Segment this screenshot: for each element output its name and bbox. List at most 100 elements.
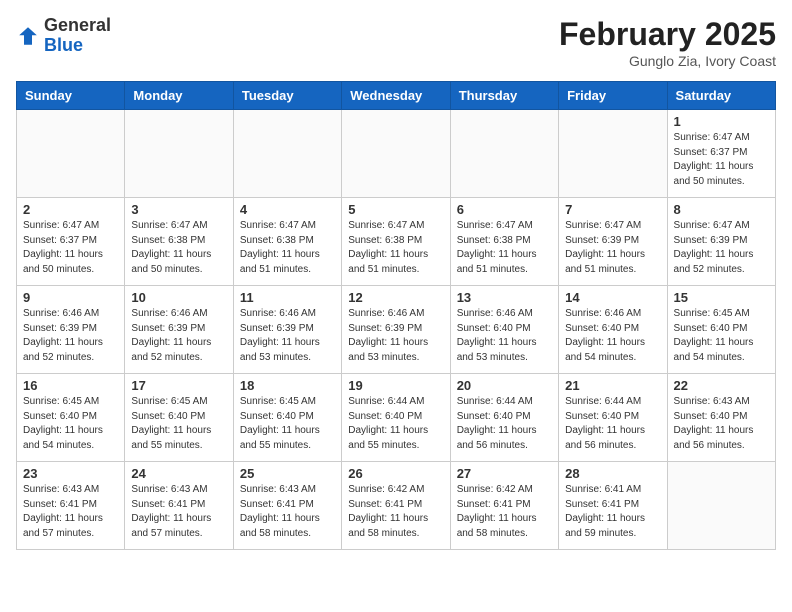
day-cell: 9 Sunrise: 6:46 AM Sunset: 6:39 PM Daylig… [17, 286, 125, 374]
day-number: 25 [240, 466, 335, 481]
day-number: 13 [457, 290, 552, 305]
calendar-header-row: SundayMondayTuesdayWednesdayThursdayFrid… [17, 82, 776, 110]
day-cell: 16 Sunrise: 6:45 AM Sunset: 6:40 PM Dayli… [17, 374, 125, 462]
day-cell: 11 Sunrise: 6:46 AM Sunset: 6:39 PM Dayli… [233, 286, 341, 374]
day-number: 6 [457, 202, 552, 217]
day-cell [342, 110, 450, 198]
day-number: 21 [565, 378, 660, 393]
day-number: 5 [348, 202, 443, 217]
day-number: 22 [674, 378, 769, 393]
month-title: February 2025 [559, 16, 776, 53]
day-info: Sunrise: 6:45 AM Sunset: 6:40 PM Dayligh… [23, 395, 118, 453]
day-cell: 2 Sunrise: 6:47 AM Sunset: 6:37 PM Daylig… [17, 198, 125, 286]
day-info: Sunrise: 6:47 AM Sunset: 6:37 PM Dayligh… [674, 131, 769, 189]
day-cell: 4 Sunrise: 6:47 AM Sunset: 6:38 PM Daylig… [233, 198, 341, 286]
day-number: 28 [565, 466, 660, 481]
day-info: Sunrise: 6:45 AM Sunset: 6:40 PM Dayligh… [131, 395, 226, 453]
week-row-3: 16 Sunrise: 6:45 AM Sunset: 6:40 PM Dayli… [17, 374, 776, 462]
day-number: 18 [240, 378, 335, 393]
day-cell: 28 Sunrise: 6:41 AM Sunset: 6:41 PM Dayli… [559, 462, 667, 550]
week-row-1: 2 Sunrise: 6:47 AM Sunset: 6:37 PM Daylig… [17, 198, 776, 286]
day-info: Sunrise: 6:43 AM Sunset: 6:41 PM Dayligh… [240, 483, 335, 541]
day-cell: 18 Sunrise: 6:45 AM Sunset: 6:40 PM Dayli… [233, 374, 341, 462]
day-info: Sunrise: 6:46 AM Sunset: 6:40 PM Dayligh… [565, 307, 660, 365]
day-info: Sunrise: 6:43 AM Sunset: 6:41 PM Dayligh… [23, 483, 118, 541]
day-number: 12 [348, 290, 443, 305]
day-number: 10 [131, 290, 226, 305]
day-cell: 12 Sunrise: 6:46 AM Sunset: 6:39 PM Dayli… [342, 286, 450, 374]
day-number: 19 [348, 378, 443, 393]
col-header-saturday: Saturday [667, 82, 775, 110]
day-number: 16 [23, 378, 118, 393]
day-info: Sunrise: 6:42 AM Sunset: 6:41 PM Dayligh… [348, 483, 443, 541]
day-cell: 7Sunrise: 6:47 AM Sunset: 6:39 PM Daylig… [559, 198, 667, 286]
day-cell: 23 Sunrise: 6:43 AM Sunset: 6:41 PM Dayli… [17, 462, 125, 550]
day-cell: 20 Sunrise: 6:44 AM Sunset: 6:40 PM Dayli… [450, 374, 558, 462]
day-cell: 8 Sunrise: 6:47 AM Sunset: 6:39 PM Daylig… [667, 198, 775, 286]
day-info: Sunrise: 6:44 AM Sunset: 6:40 PM Dayligh… [565, 395, 660, 453]
day-info: Sunrise: 6:46 AM Sunset: 6:40 PM Dayligh… [457, 307, 552, 365]
day-info: Sunrise: 6:46 AM Sunset: 6:39 PM Dayligh… [348, 307, 443, 365]
day-cell [667, 462, 775, 550]
day-number: 23 [23, 466, 118, 481]
day-cell: 26 Sunrise: 6:42 AM Sunset: 6:41 PM Dayli… [342, 462, 450, 550]
logo: General Blue [16, 16, 111, 56]
day-info: Sunrise: 6:47 AM Sunset: 6:38 PM Dayligh… [348, 219, 443, 277]
day-cell [233, 110, 341, 198]
logo-icon [16, 24, 40, 48]
col-header-tuesday: Tuesday [233, 82, 341, 110]
day-number: 26 [348, 466, 443, 481]
day-cell [559, 110, 667, 198]
day-info: Sunrise: 6:41 AM Sunset: 6:41 PM Dayligh… [565, 483, 660, 541]
day-cell [17, 110, 125, 198]
day-cell [125, 110, 233, 198]
day-cell: 14Sunrise: 6:46 AM Sunset: 6:40 PM Dayli… [559, 286, 667, 374]
day-number: 27 [457, 466, 552, 481]
day-info: Sunrise: 6:43 AM Sunset: 6:41 PM Dayligh… [131, 483, 226, 541]
day-cell: 10 Sunrise: 6:46 AM Sunset: 6:39 PM Dayli… [125, 286, 233, 374]
title-block: February 2025 Gunglo Zia, Ivory Coast [559, 16, 776, 69]
day-number: 20 [457, 378, 552, 393]
day-number: 4 [240, 202, 335, 217]
day-info: Sunrise: 6:45 AM Sunset: 6:40 PM Dayligh… [240, 395, 335, 453]
day-info: Sunrise: 6:47 AM Sunset: 6:38 PM Dayligh… [240, 219, 335, 277]
day-cell: 13 Sunrise: 6:46 AM Sunset: 6:40 PM Dayli… [450, 286, 558, 374]
col-header-friday: Friday [559, 82, 667, 110]
day-cell: 3 Sunrise: 6:47 AM Sunset: 6:38 PM Daylig… [125, 198, 233, 286]
day-cell: 6 Sunrise: 6:47 AM Sunset: 6:38 PM Daylig… [450, 198, 558, 286]
day-number: 1 [674, 114, 769, 129]
day-number: 8 [674, 202, 769, 217]
day-info: Sunrise: 6:45 AM Sunset: 6:40 PM Dayligh… [674, 307, 769, 365]
calendar-table: SundayMondayTuesdayWednesdayThursdayFrid… [16, 81, 776, 550]
day-cell: 21 Sunrise: 6:44 AM Sunset: 6:40 PM Dayli… [559, 374, 667, 462]
day-info: Sunrise: 6:43 AM Sunset: 6:40 PM Dayligh… [674, 395, 769, 453]
day-info: Sunrise: 6:47 AM Sunset: 6:38 PM Dayligh… [131, 219, 226, 277]
day-cell [450, 110, 558, 198]
day-info: Sunrise: 6:46 AM Sunset: 6:39 PM Dayligh… [23, 307, 118, 365]
day-cell: 17 Sunrise: 6:45 AM Sunset: 6:40 PM Dayli… [125, 374, 233, 462]
col-header-thursday: Thursday [450, 82, 558, 110]
day-number: 11 [240, 290, 335, 305]
day-cell: 27Sunrise: 6:42 AM Sunset: 6:41 PM Dayli… [450, 462, 558, 550]
col-header-wednesday: Wednesday [342, 82, 450, 110]
day-info: Sunrise: 6:44 AM Sunset: 6:40 PM Dayligh… [348, 395, 443, 453]
day-info: Sunrise: 6:44 AM Sunset: 6:40 PM Dayligh… [457, 395, 552, 453]
day-cell: 5 Sunrise: 6:47 AM Sunset: 6:38 PM Daylig… [342, 198, 450, 286]
day-number: 2 [23, 202, 118, 217]
day-number: 3 [131, 202, 226, 217]
day-info: Sunrise: 6:47 AM Sunset: 6:39 PM Dayligh… [674, 219, 769, 277]
day-number: 17 [131, 378, 226, 393]
week-row-2: 9 Sunrise: 6:46 AM Sunset: 6:39 PM Daylig… [17, 286, 776, 374]
col-header-monday: Monday [125, 82, 233, 110]
location-subtitle: Gunglo Zia, Ivory Coast [559, 53, 776, 69]
logo-blue-text: Blue [44, 35, 83, 55]
day-info: Sunrise: 6:46 AM Sunset: 6:39 PM Dayligh… [240, 307, 335, 365]
col-header-sunday: Sunday [17, 82, 125, 110]
day-info: Sunrise: 6:46 AM Sunset: 6:39 PM Dayligh… [131, 307, 226, 365]
day-number: 9 [23, 290, 118, 305]
page-header: General Blue February 2025 Gunglo Zia, I… [16, 16, 776, 69]
day-cell: 15Sunrise: 6:45 AM Sunset: 6:40 PM Dayli… [667, 286, 775, 374]
day-cell: 19 Sunrise: 6:44 AM Sunset: 6:40 PM Dayli… [342, 374, 450, 462]
day-info: Sunrise: 6:47 AM Sunset: 6:37 PM Dayligh… [23, 219, 118, 277]
day-info: Sunrise: 6:47 AM Sunset: 6:38 PM Dayligh… [457, 219, 552, 277]
